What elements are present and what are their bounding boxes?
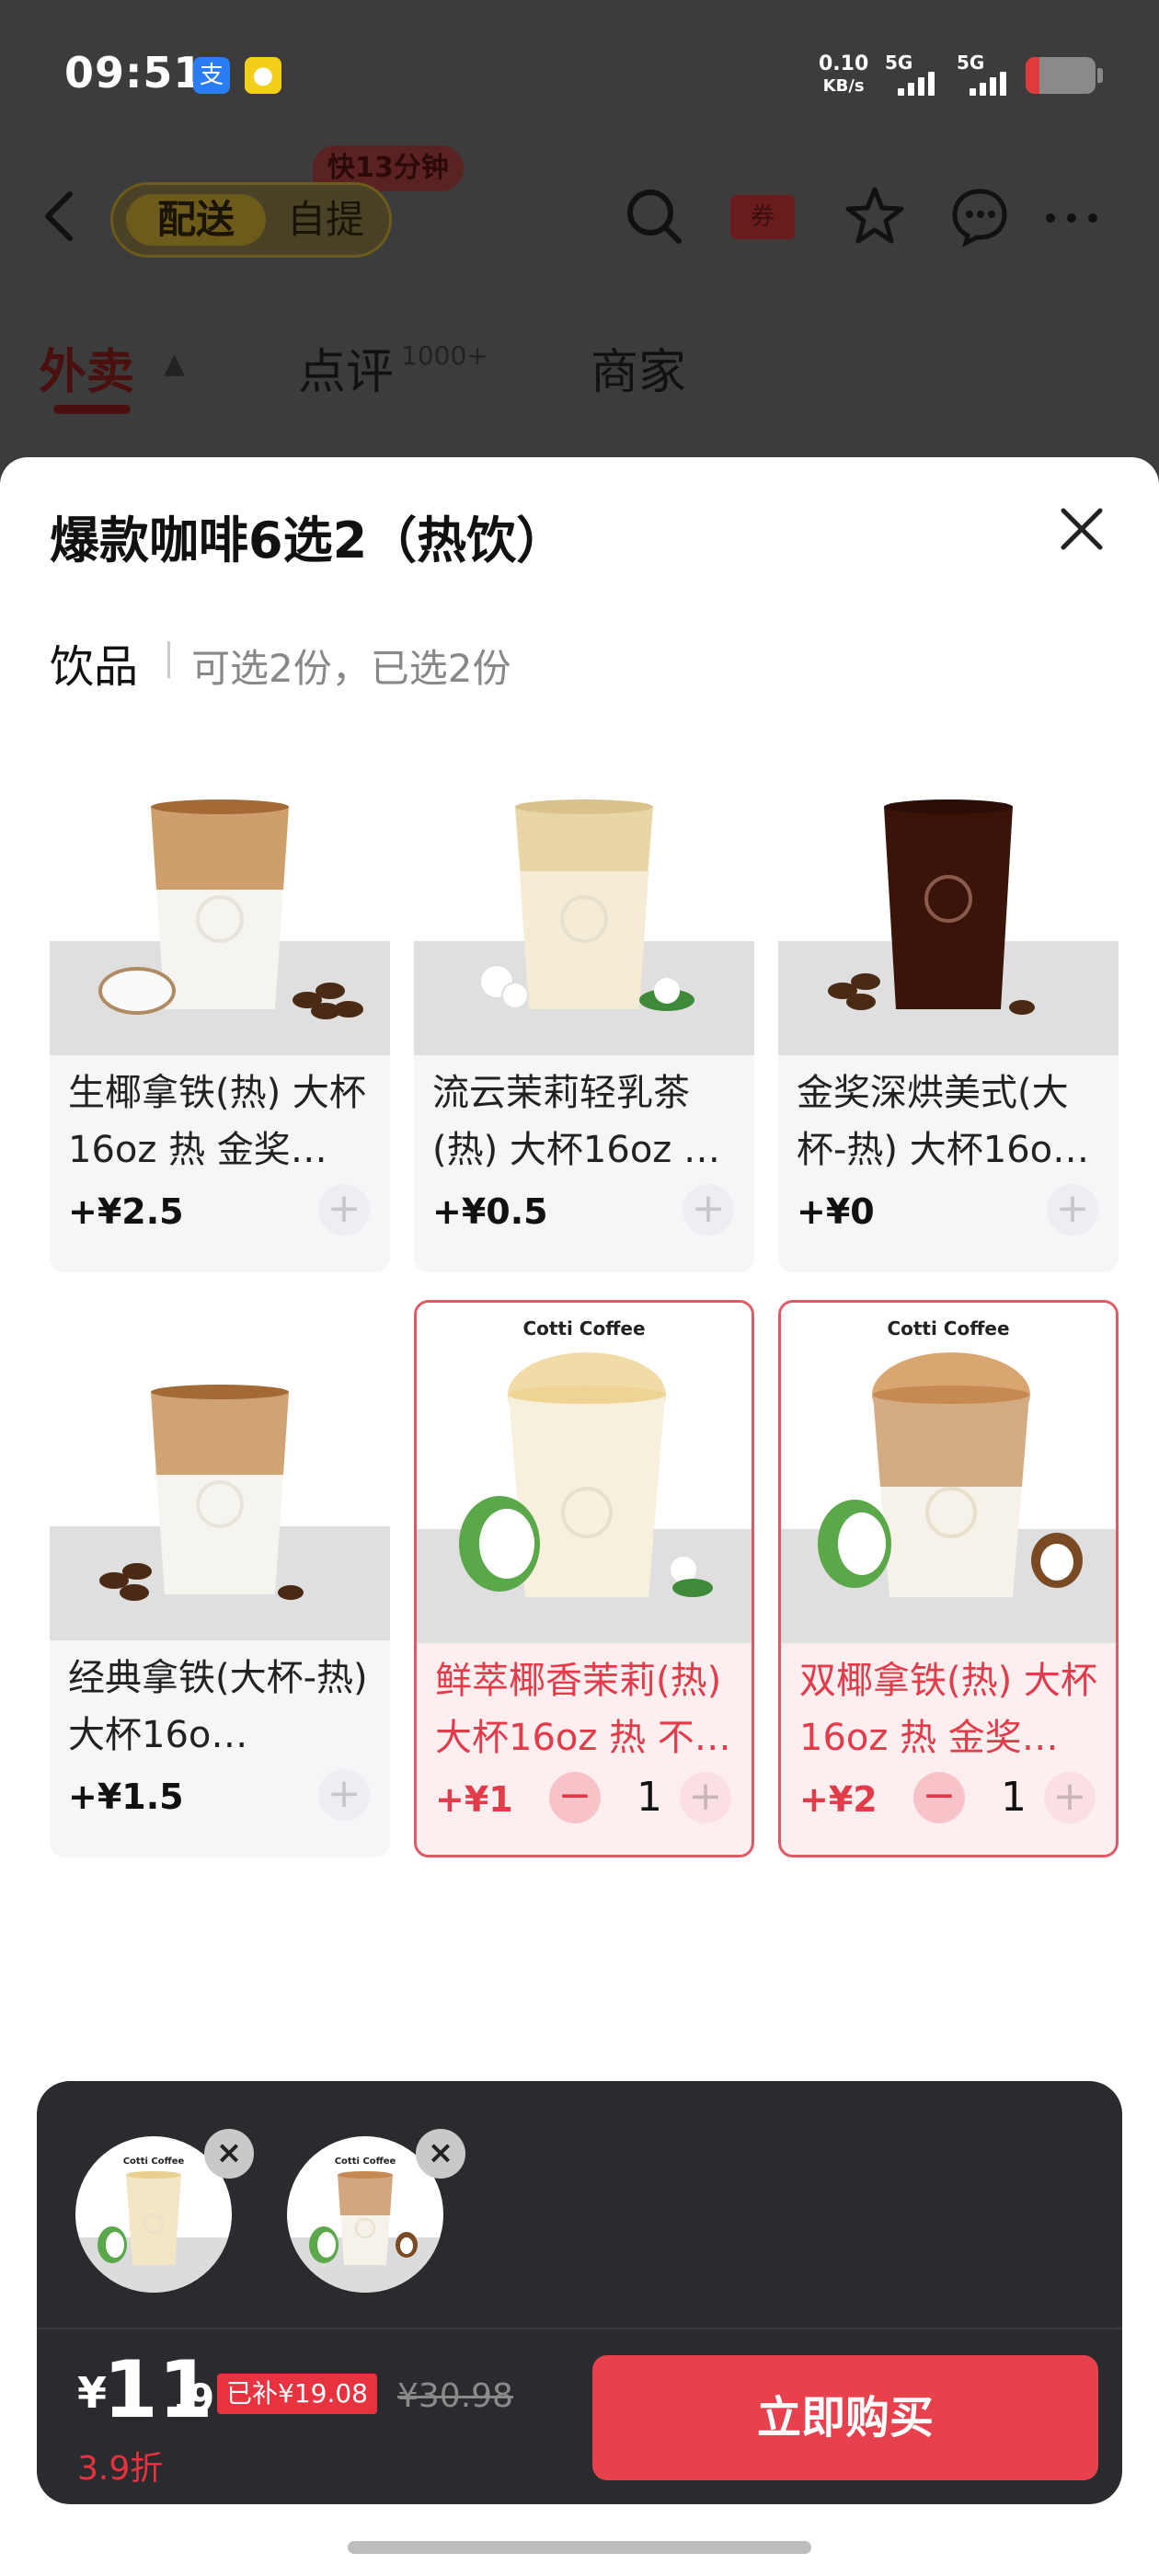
product-card-selected[interactable]: Cotti Coffee 双椰拿铁(热) 大杯16oz 热 金奖… +¥2 − …: [778, 1300, 1119, 1857]
add-button[interactable]: +: [680, 1772, 731, 1823]
back-arrow-icon[interactable]: [40, 189, 77, 244]
add-button[interactable]: +: [1044, 1772, 1096, 1823]
add-button[interactable]: +: [683, 1184, 734, 1236]
product-name: 生椰拿铁(热) 大杯16oz 热 金奖…: [68, 1072, 366, 1171]
search-icon[interactable]: [622, 184, 686, 248]
section-divider: [167, 641, 170, 678]
product-price: +¥1: [435, 1779, 513, 1820]
product-price: +¥0.5: [432, 1191, 548, 1232]
tab-takeout-underline: [53, 405, 131, 414]
net-speed: 0.10 KB/s: [819, 53, 868, 98]
product-card[interactable]: 经典拿铁(大杯-热) 大杯16o… +¥1.5 +: [50, 1300, 390, 1857]
notification-app-icon: ●: [245, 57, 281, 94]
product-card[interactable]: 金奖深烘美式(大杯-热) 大杯16o… +¥0 +: [778, 715, 1119, 1272]
price-decimal: .9: [173, 2375, 215, 2421]
star-icon[interactable]: [843, 184, 907, 248]
coconut-jasmine-cup-icon: [459, 1352, 713, 1597]
section-label: 饮品: [50, 641, 139, 693]
product-price: +¥2: [799, 1779, 878, 1820]
net-speed-value: 0.10: [819, 52, 869, 75]
americano-cup-icon: [828, 799, 1035, 1015]
battery-icon: [1026, 57, 1103, 94]
product-image: Cotti Coffee: [417, 1303, 752, 1643]
mode-pickup[interactable]: 自提: [275, 194, 376, 246]
mode-delivery[interactable]: 配送: [126, 194, 266, 246]
status-bar: 09:51 支 ● 0.10 KB/s 5G 5G: [0, 0, 1159, 156]
product-image: [414, 715, 754, 1055]
quantity-value: 1: [637, 1774, 662, 1821]
product-price: +¥0: [797, 1191, 875, 1232]
signal-label-1: 5G: [885, 52, 913, 74]
add-button[interactable]: +: [318, 1184, 370, 1236]
product-price: +¥2.5: [68, 1191, 184, 1232]
tab-merchant[interactable]: 商家: [591, 333, 686, 402]
double-coconut-latte-cup-icon: [818, 1352, 1083, 1597]
decrease-button[interactable]: −: [913, 1772, 965, 1823]
product-image: [50, 715, 390, 1055]
product-name: 流云茉莉轻乳茶(热) 大杯16oz …: [432, 1072, 721, 1171]
product-image: [50, 1300, 390, 1640]
clock: 09:51: [64, 48, 204, 98]
tab-takeout-toggle-icon: ▲: [164, 348, 186, 380]
tab-reviews[interactable]: 点评: [298, 333, 394, 402]
remove-item-button[interactable]: ×: [204, 2129, 254, 2179]
home-indicator[interactable]: [348, 2541, 811, 2554]
more-icon[interactable]: [1039, 184, 1104, 248]
close-icon[interactable]: [1056, 503, 1107, 555]
sheet-title: 爆款咖啡6选2（热饮）: [50, 512, 567, 569]
cart-panel: Cotti Coffee × Cotti Coffee × ¥ 11 .9 已补…: [37, 2081, 1122, 2504]
product-image: [778, 715, 1119, 1055]
product-card[interactable]: 生椰拿铁(热) 大杯16oz 热 金奖… +¥2.5 +: [50, 715, 390, 1272]
remove-item-button[interactable]: ×: [416, 2129, 465, 2179]
customer-service-icon[interactable]: [947, 184, 1012, 248]
signal-label-2: 5G: [957, 52, 985, 74]
product-name: 经典拿铁(大杯-热) 大杯16o…: [68, 1657, 368, 1756]
coconut-latte-cup-icon: [98, 799, 363, 1019]
net-speed-unit: KB/s: [822, 76, 865, 96]
tab-reviews-count: 1000+: [401, 340, 488, 371]
product-name: 鲜萃椰香茉莉(热) 大杯16oz 热 不…: [435, 1660, 731, 1759]
product-card[interactable]: 流云茉莉轻乳茶(热) 大杯16oz … +¥0.5 +: [414, 715, 754, 1272]
add-button[interactable]: +: [1047, 1184, 1098, 1236]
panel-divider: [37, 2328, 1122, 2329]
add-button[interactable]: +: [318, 1769, 370, 1821]
product-image: Cotti Coffee: [781, 1303, 1116, 1643]
original-price: ¥30.98: [397, 2377, 513, 2415]
quantity-value: 1: [1001, 1774, 1027, 1821]
subsidy-badge: 已补¥19.08: [217, 2374, 377, 2414]
product-name: 金奖深烘美式(大杯-热) 大杯16o…: [797, 1072, 1090, 1171]
decrease-button[interactable]: −: [549, 1772, 601, 1823]
alipay-icon: 支: [193, 57, 230, 94]
delivery-mode-switch[interactable]: 配送 自提: [110, 182, 392, 258]
product-card-selected[interactable]: Cotti Coffee 鲜萃椰香茉莉(热) 大杯16oz 热 不… +¥1 −…: [414, 1300, 754, 1857]
discount-label: 3.9折: [77, 2450, 164, 2488]
buy-now-button[interactable]: 立即购买: [592, 2355, 1098, 2480]
jasmine-milk-tea-cup-icon: [479, 799, 694, 1011]
classic-latte-cup-icon: [99, 1385, 304, 1601]
coupon-icon[interactable]: 券: [730, 195, 795, 239]
section-selection-count: 可选2份，已选2份: [191, 646, 511, 691]
tab-takeout[interactable]: 外卖: [39, 333, 134, 402]
product-price: +¥1.5: [68, 1777, 184, 1817]
product-name: 双椰拿铁(热) 大杯16oz 热 金奖…: [799, 1660, 1097, 1759]
